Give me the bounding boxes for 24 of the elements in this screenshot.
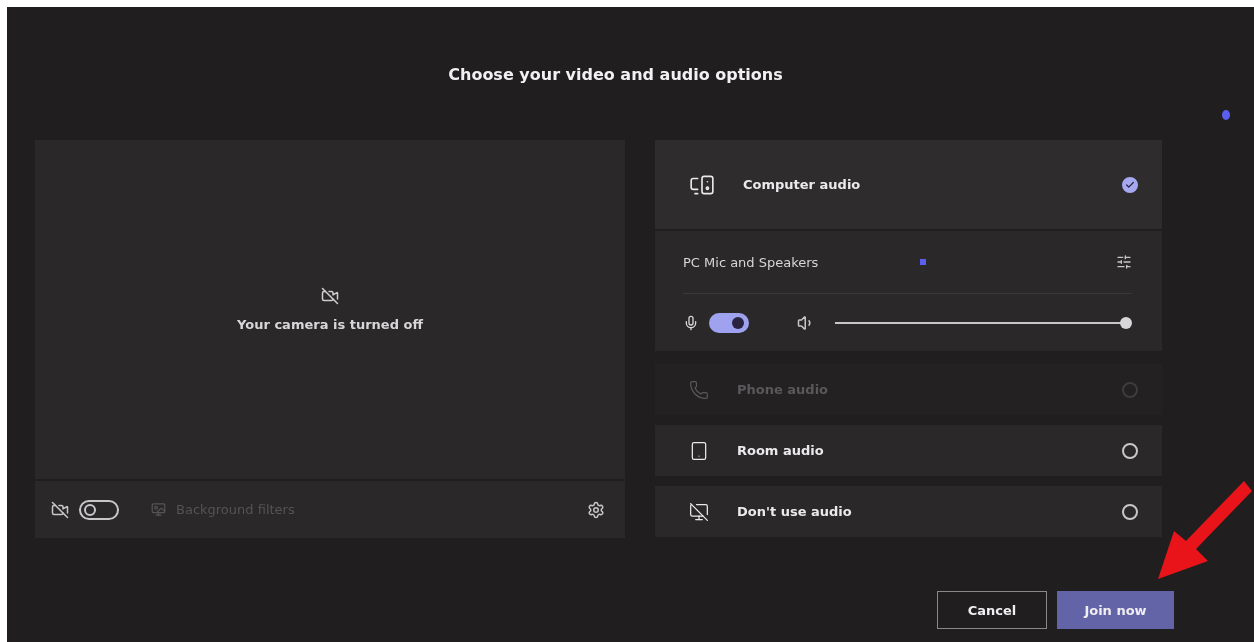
dialog-title: Choose your video and audio options — [448, 65, 783, 84]
picture-frame-icon — [151, 502, 166, 517]
camera-off-icon — [321, 287, 339, 305]
microphone-icon — [683, 314, 699, 331]
audio-off-icon — [689, 501, 709, 522]
microphone-toggle[interactable] — [709, 312, 749, 333]
check-icon — [1125, 179, 1135, 190]
audio-option[interactable]: Room audio — [655, 425, 1162, 476]
room-device-icon — [689, 440, 709, 461]
status-dot — [1222, 110, 1230, 120]
audio-option[interactable]: Computer audio — [655, 140, 1162, 229]
camera-toggle[interactable] — [79, 499, 119, 520]
volume-slider[interactable] — [835, 316, 1132, 329]
join-now-button[interactable]: Join now — [1057, 591, 1174, 629]
device-settings-icon[interactable] — [1116, 254, 1132, 270]
radio-button[interactable] — [1122, 176, 1138, 193]
settings-icon[interactable] — [587, 500, 605, 519]
device-name: PC Mic and Speakers — [683, 254, 819, 270]
camera-off-icon — [51, 500, 69, 519]
audio-option[interactable]: Don't use audio — [655, 486, 1162, 537]
slider-thumb[interactable] — [1120, 316, 1133, 329]
camera-off-message: Your camera is turned off — [237, 317, 423, 332]
cancel-button[interactable]: Cancel — [937, 591, 1047, 629]
phone-icon — [689, 379, 709, 400]
